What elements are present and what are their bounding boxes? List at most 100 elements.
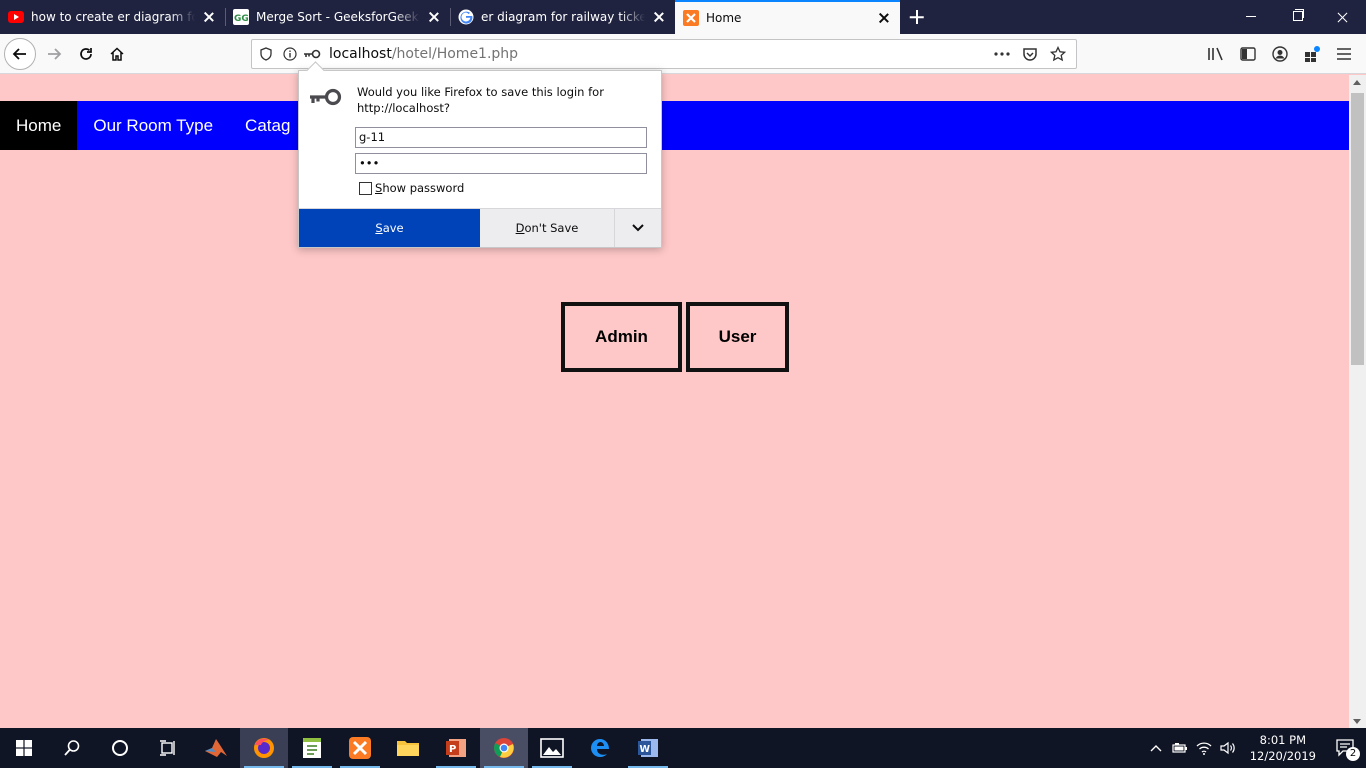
account-icon[interactable]: [1264, 38, 1296, 70]
chrome-icon: [494, 738, 514, 758]
menu-hamburger-icon[interactable]: [1328, 38, 1360, 70]
login-key-icon[interactable]: [301, 43, 323, 65]
taskbar-file-explorer[interactable]: [384, 728, 432, 768]
key-icon: [309, 87, 343, 110]
start-button[interactable]: [0, 728, 48, 768]
restore-button[interactable]: [1274, 0, 1320, 34]
scrollbar-thumb[interactable]: [1351, 93, 1364, 365]
cortana-icon: [112, 740, 128, 756]
svg-text:GG: GG: [234, 14, 248, 22]
close-tab-icon[interactable]: [876, 10, 892, 26]
pocket-icon[interactable]: [1016, 43, 1044, 65]
search-icon: [64, 740, 80, 756]
new-tab-button[interactable]: [900, 0, 934, 34]
save-login-message: Would you like Firefox to save this logi…: [357, 85, 604, 115]
search-button[interactable]: [48, 728, 96, 768]
xampp-icon: [683, 10, 699, 26]
site-menu: Home Our Room Type Catag: [0, 101, 1349, 150]
show-password-label: Show password: [375, 181, 465, 195]
checkbox-icon[interactable]: [359, 181, 372, 195]
tab-title: er diagram for railway ticket booking: [481, 10, 645, 24]
tab-geeksforgeeks[interactable]: GG Merge Sort - GeeksforGeeks: [225, 0, 450, 34]
folder-icon: [397, 741, 419, 756]
geeksforgeeks-icon: GG: [233, 9, 249, 25]
menu-item-home[interactable]: Home: [0, 101, 78, 150]
close-tab-icon[interactable]: [651, 9, 667, 25]
notification-count-badge: 2: [1346, 747, 1360, 761]
matlab-icon: [205, 739, 227, 757]
bookmark-star-icon[interactable]: [1044, 43, 1072, 65]
tab-google[interactable]: er diagram for railway ticket booking: [450, 0, 675, 34]
more-options-button[interactable]: [615, 209, 661, 247]
taskbar-xampp[interactable]: [336, 728, 384, 768]
clock-time: 8:01 PM: [1259, 733, 1307, 747]
site-info-icon[interactable]: [279, 43, 301, 65]
system-tray: 8:01 PM 12/20/2019 2: [1144, 728, 1366, 768]
task-view-icon: [160, 740, 175, 756]
taskbar-edge[interactable]: [576, 728, 624, 768]
wifi-icon[interactable]: [1192, 728, 1216, 768]
page-actions-icon[interactable]: [988, 43, 1016, 65]
url-text[interactable]: localhost/hotel/Home1.php: [329, 46, 518, 62]
sidebar-icon[interactable]: [1232, 38, 1264, 70]
tab-home[interactable]: Home: [675, 0, 900, 34]
action-center-button[interactable]: 2: [1326, 728, 1366, 768]
username-field[interactable]: g-11: [355, 127, 647, 148]
taskbar-chrome[interactable]: [480, 728, 528, 768]
cortana-button[interactable]: [96, 728, 144, 768]
word-icon: W: [638, 739, 658, 757]
save-login-popup: Would you like Firefox to save this logi…: [298, 70, 662, 248]
dont-save-button[interactable]: Don't Save: [480, 209, 615, 247]
show-hidden-icons-chevron-up-icon[interactable]: [1144, 728, 1168, 768]
menu-item-catagory[interactable]: Catag: [229, 101, 306, 150]
close-tab-icon[interactable]: [426, 9, 442, 25]
taskbar-photos[interactable]: [528, 728, 576, 768]
minimize-button[interactable]: [1228, 0, 1274, 34]
notepad-plus-plus-icon: [303, 738, 321, 758]
taskbar-clock[interactable]: 8:01 PM 12/20/2019: [1240, 732, 1326, 764]
youtube-icon: [8, 9, 24, 25]
home-icon: [110, 47, 124, 61]
back-arrow-icon: [12, 48, 26, 60]
password-field[interactable]: •••: [355, 153, 647, 174]
scroll-down-arrow-icon[interactable]: [1353, 719, 1361, 724]
page-scrollbar[interactable]: [1349, 75, 1366, 728]
admin-button[interactable]: Admin: [561, 302, 682, 372]
close-window-button[interactable]: [1320, 0, 1366, 34]
menu-item-our-room-type[interactable]: Our Room Type: [77, 101, 229, 150]
reload-icon: [80, 48, 92, 60]
tab-title: Home: [706, 11, 742, 25]
save-button[interactable]: Save: [299, 209, 480, 247]
task-view-button[interactable]: [144, 728, 192, 768]
extensions-icon[interactable]: [1296, 38, 1328, 70]
url-bar[interactable]: localhost/hotel/Home1.php: [251, 39, 1077, 69]
battery-icon[interactable]: [1168, 728, 1192, 768]
tab-title: how to create er diagram for train ticke…: [31, 10, 195, 24]
photos-icon: [540, 738, 564, 758]
tab-youtube[interactable]: how to create er diagram for train ticke…: [0, 0, 225, 34]
windows-taskbar: P W 8:01 PM 12/20/2019 2: [0, 728, 1366, 768]
windows-logo-icon: [16, 740, 32, 756]
library-icon[interactable]: [1200, 38, 1232, 70]
back-button[interactable]: [4, 38, 36, 70]
reload-button[interactable]: [70, 38, 102, 70]
volume-icon[interactable]: [1216, 728, 1240, 768]
taskbar-powerpoint[interactable]: P: [432, 728, 480, 768]
tab-title: Merge Sort - GeeksforGeeks: [256, 10, 420, 24]
chevron-down-icon: [632, 224, 644, 232]
powerpoint-icon: P: [446, 739, 466, 757]
home-button[interactable]: [101, 38, 133, 70]
show-password-checkbox[interactable]: Show password: [359, 181, 464, 195]
google-icon: [458, 9, 474, 25]
user-button[interactable]: User: [686, 302, 789, 372]
taskbar-word[interactable]: W: [624, 728, 672, 768]
taskbar-matlab[interactable]: [192, 728, 240, 768]
close-tab-icon[interactable]: [201, 9, 217, 25]
taskbar-firefox[interactable]: [240, 728, 288, 768]
taskbar-notepadpp[interactable]: [288, 728, 336, 768]
tracking-protection-icon[interactable]: [255, 43, 277, 65]
svg-text:W: W: [640, 744, 651, 755]
forward-button[interactable]: [38, 38, 70, 70]
edge-icon: [591, 739, 609, 757]
scroll-up-arrow-icon[interactable]: [1353, 80, 1361, 85]
